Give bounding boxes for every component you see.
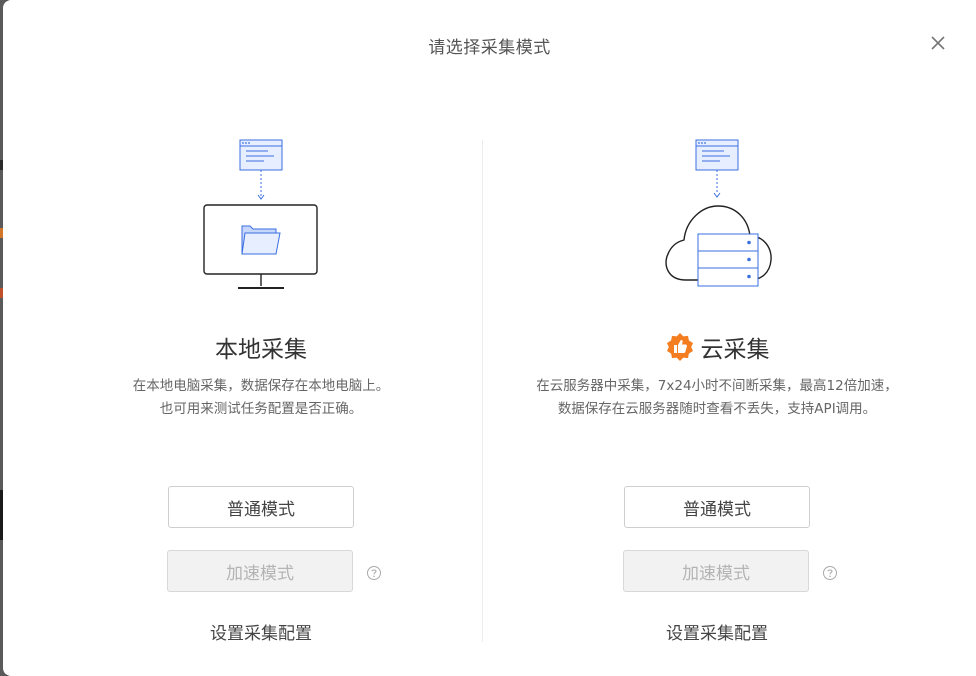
cloud-collection-panel: 云采集 在云服务器中采集，7x24小时不间断采集，最高12倍加速， 数据保存在云… — [497, 0, 937, 676]
cloud-normal-mode-button[interactable]: 普通模式 — [624, 486, 810, 528]
cloud-description: 在云服务器中采集，7x24小时不间断采集，最高12倍加速， 数据保存在云服务器随… — [497, 375, 937, 421]
local-description: 在本地电脑采集，数据保存在本地电脑上。 也可用来测试任务配置是否正确。 — [41, 375, 481, 421]
thumbs-up-badge-icon — [665, 332, 695, 362]
local-normal-mode-button[interactable]: 普通模式 — [168, 486, 354, 528]
local-desc-line2: 也可用来测试任务配置是否正确。 — [159, 401, 363, 417]
cloud-heading: 云采集 — [497, 330, 937, 364]
local-heading: 本地采集 — [41, 330, 481, 364]
cloud-title: 云采集 — [700, 337, 770, 363]
collection-mode-dialog: 请选择采集模式 本地采集 在本地电脑采集，数据保存在本地电脑上。 也可用来测试任… — [3, 0, 976, 676]
panel-divider — [482, 140, 483, 642]
local-speed-mode-button[interactable]: 加速模式 — [167, 550, 353, 592]
cloud-server-illustration — [497, 136, 937, 296]
local-computer-illustration — [41, 136, 481, 296]
local-config-link[interactable]: 设置采集配置 — [168, 619, 354, 644]
local-title: 本地采集 — [215, 337, 307, 363]
cloud-desc-line2: 数据保存在云服务器随时查看不丢失，支持API调用。 — [557, 401, 877, 417]
cloud-config-link[interactable]: 设置采集配置 — [624, 619, 810, 644]
cloud-speed-mode-button[interactable]: 加速模式 — [623, 550, 809, 592]
cloud-desc-line1: 在云服务器中采集，7x24小时不间断采集，最高12倍加速， — [536, 378, 898, 394]
local-desc-line1: 在本地电脑采集，数据保存在本地电脑上。 — [132, 378, 390, 394]
question-icon[interactable] — [822, 565, 838, 581]
local-collection-panel: 本地采集 在本地电脑采集，数据保存在本地电脑上。 也可用来测试任务配置是否正确。… — [41, 0, 481, 676]
question-icon[interactable] — [366, 565, 382, 581]
